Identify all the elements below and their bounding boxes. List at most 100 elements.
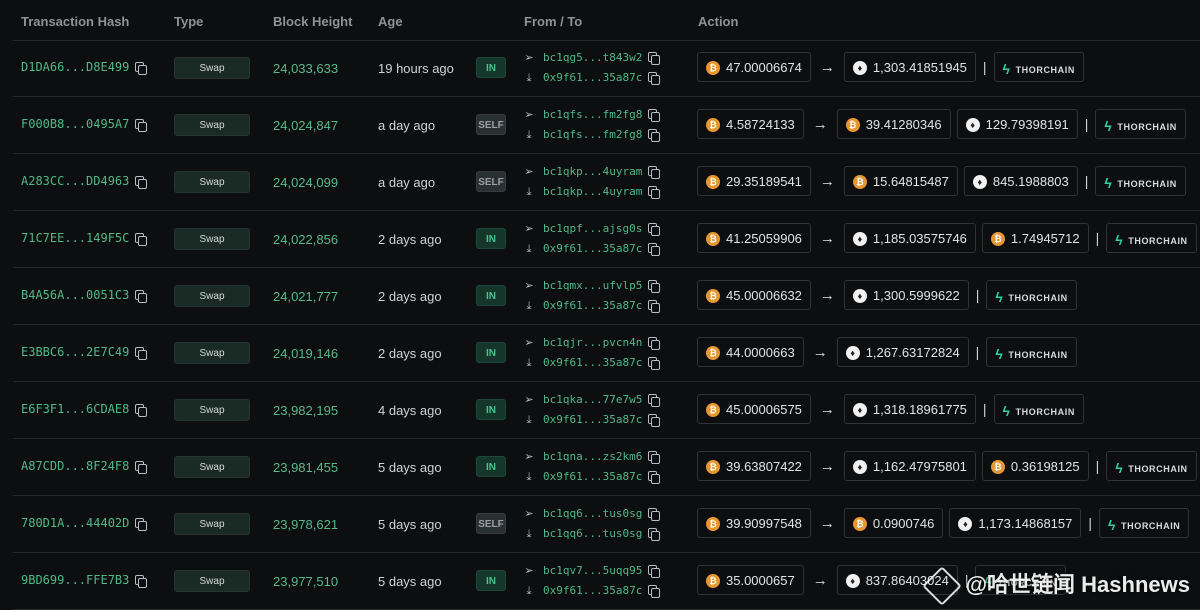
- block-height-link[interactable]: 23,978,621: [273, 517, 338, 532]
- tx-hash-link[interactable]: B4A56A...0051C3: [21, 288, 148, 303]
- asset-amount[interactable]: ♦ 845.1988803: [963, 166, 1078, 196]
- asset-amount[interactable]: ₿ 1.74945712: [981, 223, 1089, 253]
- asset-amount[interactable]: ₿ 4.58724133: [697, 109, 804, 139]
- thorchain-tag[interactable]: ϟ THORCHAIN: [1099, 508, 1190, 538]
- copy-icon[interactable]: [648, 565, 661, 578]
- table-row[interactable]: 780D1A...44402D Swap 23,978,621 5 days ago S…: [13, 496, 1200, 553]
- block-height-link[interactable]: 24,033,633: [273, 61, 338, 76]
- from-address-link[interactable]: bc1qq6...tus0sg: [543, 507, 642, 520]
- from-address-link[interactable]: bc1qpf...ajsg0s: [543, 222, 642, 235]
- to-address-link[interactable]: 0x9f61...35a87c: [543, 470, 642, 483]
- tx-hash-text[interactable]: 780D1A...44402D: [21, 516, 129, 530]
- table-row[interactable]: E3BBC6...2E7C49 Swap 24,019,146 2 days ago I…: [13, 325, 1200, 382]
- block-height-link[interactable]: 24,022,856: [273, 232, 338, 247]
- copy-icon[interactable]: [135, 118, 148, 132]
- to-address-link[interactable]: 0x9f61...35a87c: [543, 356, 642, 369]
- to-address-link[interactable]: bc1qq6...tus0sg: [543, 527, 642, 540]
- asset-amount[interactable]: ♦ 1,267.63172824: [836, 337, 969, 367]
- copy-icon[interactable]: [648, 223, 661, 236]
- asset-amount[interactable]: ₿ 45.00006632: [697, 280, 811, 310]
- to-address-link[interactable]: 0x9f61...35a87c: [543, 242, 642, 255]
- copy-icon[interactable]: [648, 186, 661, 199]
- asset-amount[interactable]: ♦ 129.79398191: [956, 109, 1078, 139]
- copy-icon[interactable]: [648, 414, 661, 427]
- thorchain-tag[interactable]: ϟ THORCHAIN: [986, 337, 1077, 367]
- tx-hash-text[interactable]: F000B8...0495A7: [21, 117, 129, 131]
- table-row[interactable]: E6F3F1...6CDAE8 Swap 23,982,195 4 days ago I…: [13, 382, 1200, 439]
- copy-icon[interactable]: [648, 166, 661, 179]
- copy-icon[interactable]: [648, 508, 661, 521]
- asset-amount[interactable]: ₿ 35.0000657: [697, 565, 804, 595]
- copy-icon[interactable]: [648, 243, 661, 256]
- copy-icon[interactable]: [648, 585, 661, 598]
- thorchain-tag[interactable]: ϟ THORCHAIN: [986, 280, 1077, 310]
- from-address-link[interactable]: bc1qkp...4uyram: [543, 165, 642, 178]
- copy-icon[interactable]: [648, 52, 661, 65]
- copy-icon[interactable]: [135, 289, 148, 303]
- block-height-link[interactable]: 24,024,099: [273, 175, 338, 190]
- asset-amount[interactable]: ♦ 1,185.03575746: [843, 223, 976, 253]
- block-height-link[interactable]: 23,977,510: [273, 574, 338, 589]
- table-row[interactable]: A87CDD...8F24F8 Swap 23,981,455 5 days ago I…: [13, 439, 1200, 496]
- copy-icon[interactable]: [648, 451, 661, 464]
- tx-hash-link[interactable]: E6F3F1...6CDAE8: [21, 402, 148, 417]
- thorchain-tag[interactable]: ϟ THORCHAIN: [1106, 451, 1197, 481]
- copy-icon[interactable]: [135, 460, 148, 474]
- asset-amount[interactable]: ₿ 44.0000663: [697, 337, 804, 367]
- asset-amount[interactable]: ₿ 29.35189541: [697, 166, 811, 196]
- tx-hash-text[interactable]: A283CC...DD4963: [21, 174, 129, 188]
- tx-hash-link[interactable]: F000B8...0495A7: [21, 117, 148, 132]
- copy-icon[interactable]: [648, 471, 661, 484]
- thorchain-tag[interactable]: ϟ THORCHAIN: [993, 394, 1084, 424]
- tx-hash-link[interactable]: E3BBC6...2E7C49: [21, 345, 148, 360]
- asset-amount[interactable]: ₿ 47.00006674: [697, 52, 811, 82]
- thorchain-tag[interactable]: ϟ THORCHAIN: [1106, 223, 1197, 253]
- copy-icon[interactable]: [648, 337, 661, 350]
- from-address-link[interactable]: bc1qfs...fm2fg8: [543, 108, 642, 121]
- thorchain-tag[interactable]: ϟ THORCHAIN: [1095, 109, 1186, 139]
- thorchain-tag[interactable]: ϟ THORCHAIN: [1095, 166, 1186, 196]
- tx-hash-text[interactable]: B4A56A...0051C3: [21, 288, 129, 302]
- tx-hash-link[interactable]: A283CC...DD4963: [21, 174, 148, 189]
- from-address-link[interactable]: bc1qv7...5uqq95: [543, 564, 642, 577]
- tx-hash-text[interactable]: 9BD699...FFE7B3: [21, 573, 129, 587]
- block-height-link[interactable]: 24,024,847: [273, 118, 338, 133]
- asset-amount[interactable]: ₿ 0.0900746: [843, 508, 944, 538]
- table-row[interactable]: 71C7EE...149F5C Swap 24,022,856 2 days ago I…: [13, 211, 1200, 268]
- tx-hash-text[interactable]: E6F3F1...6CDAE8: [21, 402, 129, 416]
- from-address-link[interactable]: bc1qka...77e7w5: [543, 393, 642, 406]
- copy-icon[interactable]: [135, 175, 148, 189]
- tx-hash-text[interactable]: 71C7EE...149F5C: [21, 231, 129, 245]
- asset-amount[interactable]: ₿ 39.63807422: [697, 451, 811, 481]
- block-height-link[interactable]: 23,981,455: [273, 460, 338, 475]
- tx-hash-link[interactable]: A87CDD...8F24F8: [21, 459, 148, 474]
- copy-icon[interactable]: [648, 72, 661, 85]
- asset-amount[interactable]: ♦ 1,162.47975801: [843, 451, 976, 481]
- copy-icon[interactable]: [648, 394, 661, 407]
- table-row[interactable]: A283CC...DD4963 Swap 24,024,099 a day ago SE…: [13, 154, 1200, 211]
- asset-amount[interactable]: ♦ 1,173.14868157: [949, 508, 1082, 538]
- copy-icon[interactable]: [648, 357, 661, 370]
- to-address-link[interactable]: bc1qfs...fm2fg8: [543, 128, 642, 141]
- asset-amount[interactable]: ♦ 1,300.5999622: [843, 280, 969, 310]
- block-height-link[interactable]: 23,982,195: [273, 403, 338, 418]
- copy-icon[interactable]: [648, 280, 661, 293]
- from-address-link[interactable]: bc1qg5...t843w2: [543, 51, 642, 64]
- to-address-link[interactable]: bc1qkp...4uyram: [543, 185, 642, 198]
- asset-amount[interactable]: ♦ 1,318.18961775: [843, 394, 976, 424]
- asset-amount[interactable]: ♦ 1,303.41851945: [843, 52, 976, 82]
- tx-hash-text[interactable]: D1DA66...D8E499: [21, 60, 129, 74]
- tx-hash-link[interactable]: 71C7EE...149F5C: [21, 231, 148, 246]
- copy-icon[interactable]: [648, 300, 661, 313]
- copy-icon[interactable]: [648, 109, 661, 122]
- asset-amount[interactable]: ₿ 39.90997548: [697, 508, 811, 538]
- tx-hash-link[interactable]: D1DA66...D8E499: [21, 60, 148, 75]
- asset-amount[interactable]: ₿ 45.00006575: [697, 394, 811, 424]
- copy-icon[interactable]: [648, 528, 661, 541]
- asset-amount[interactable]: ₿ 0.36198125: [981, 451, 1089, 481]
- tx-hash-text[interactable]: E3BBC6...2E7C49: [21, 345, 129, 359]
- from-address-link[interactable]: bc1qna...zs2km6: [543, 450, 642, 463]
- tx-hash-link[interactable]: 780D1A...44402D: [21, 516, 148, 531]
- copy-icon[interactable]: [135, 517, 148, 531]
- thorchain-tag[interactable]: ϟ THORCHAIN: [993, 52, 1084, 82]
